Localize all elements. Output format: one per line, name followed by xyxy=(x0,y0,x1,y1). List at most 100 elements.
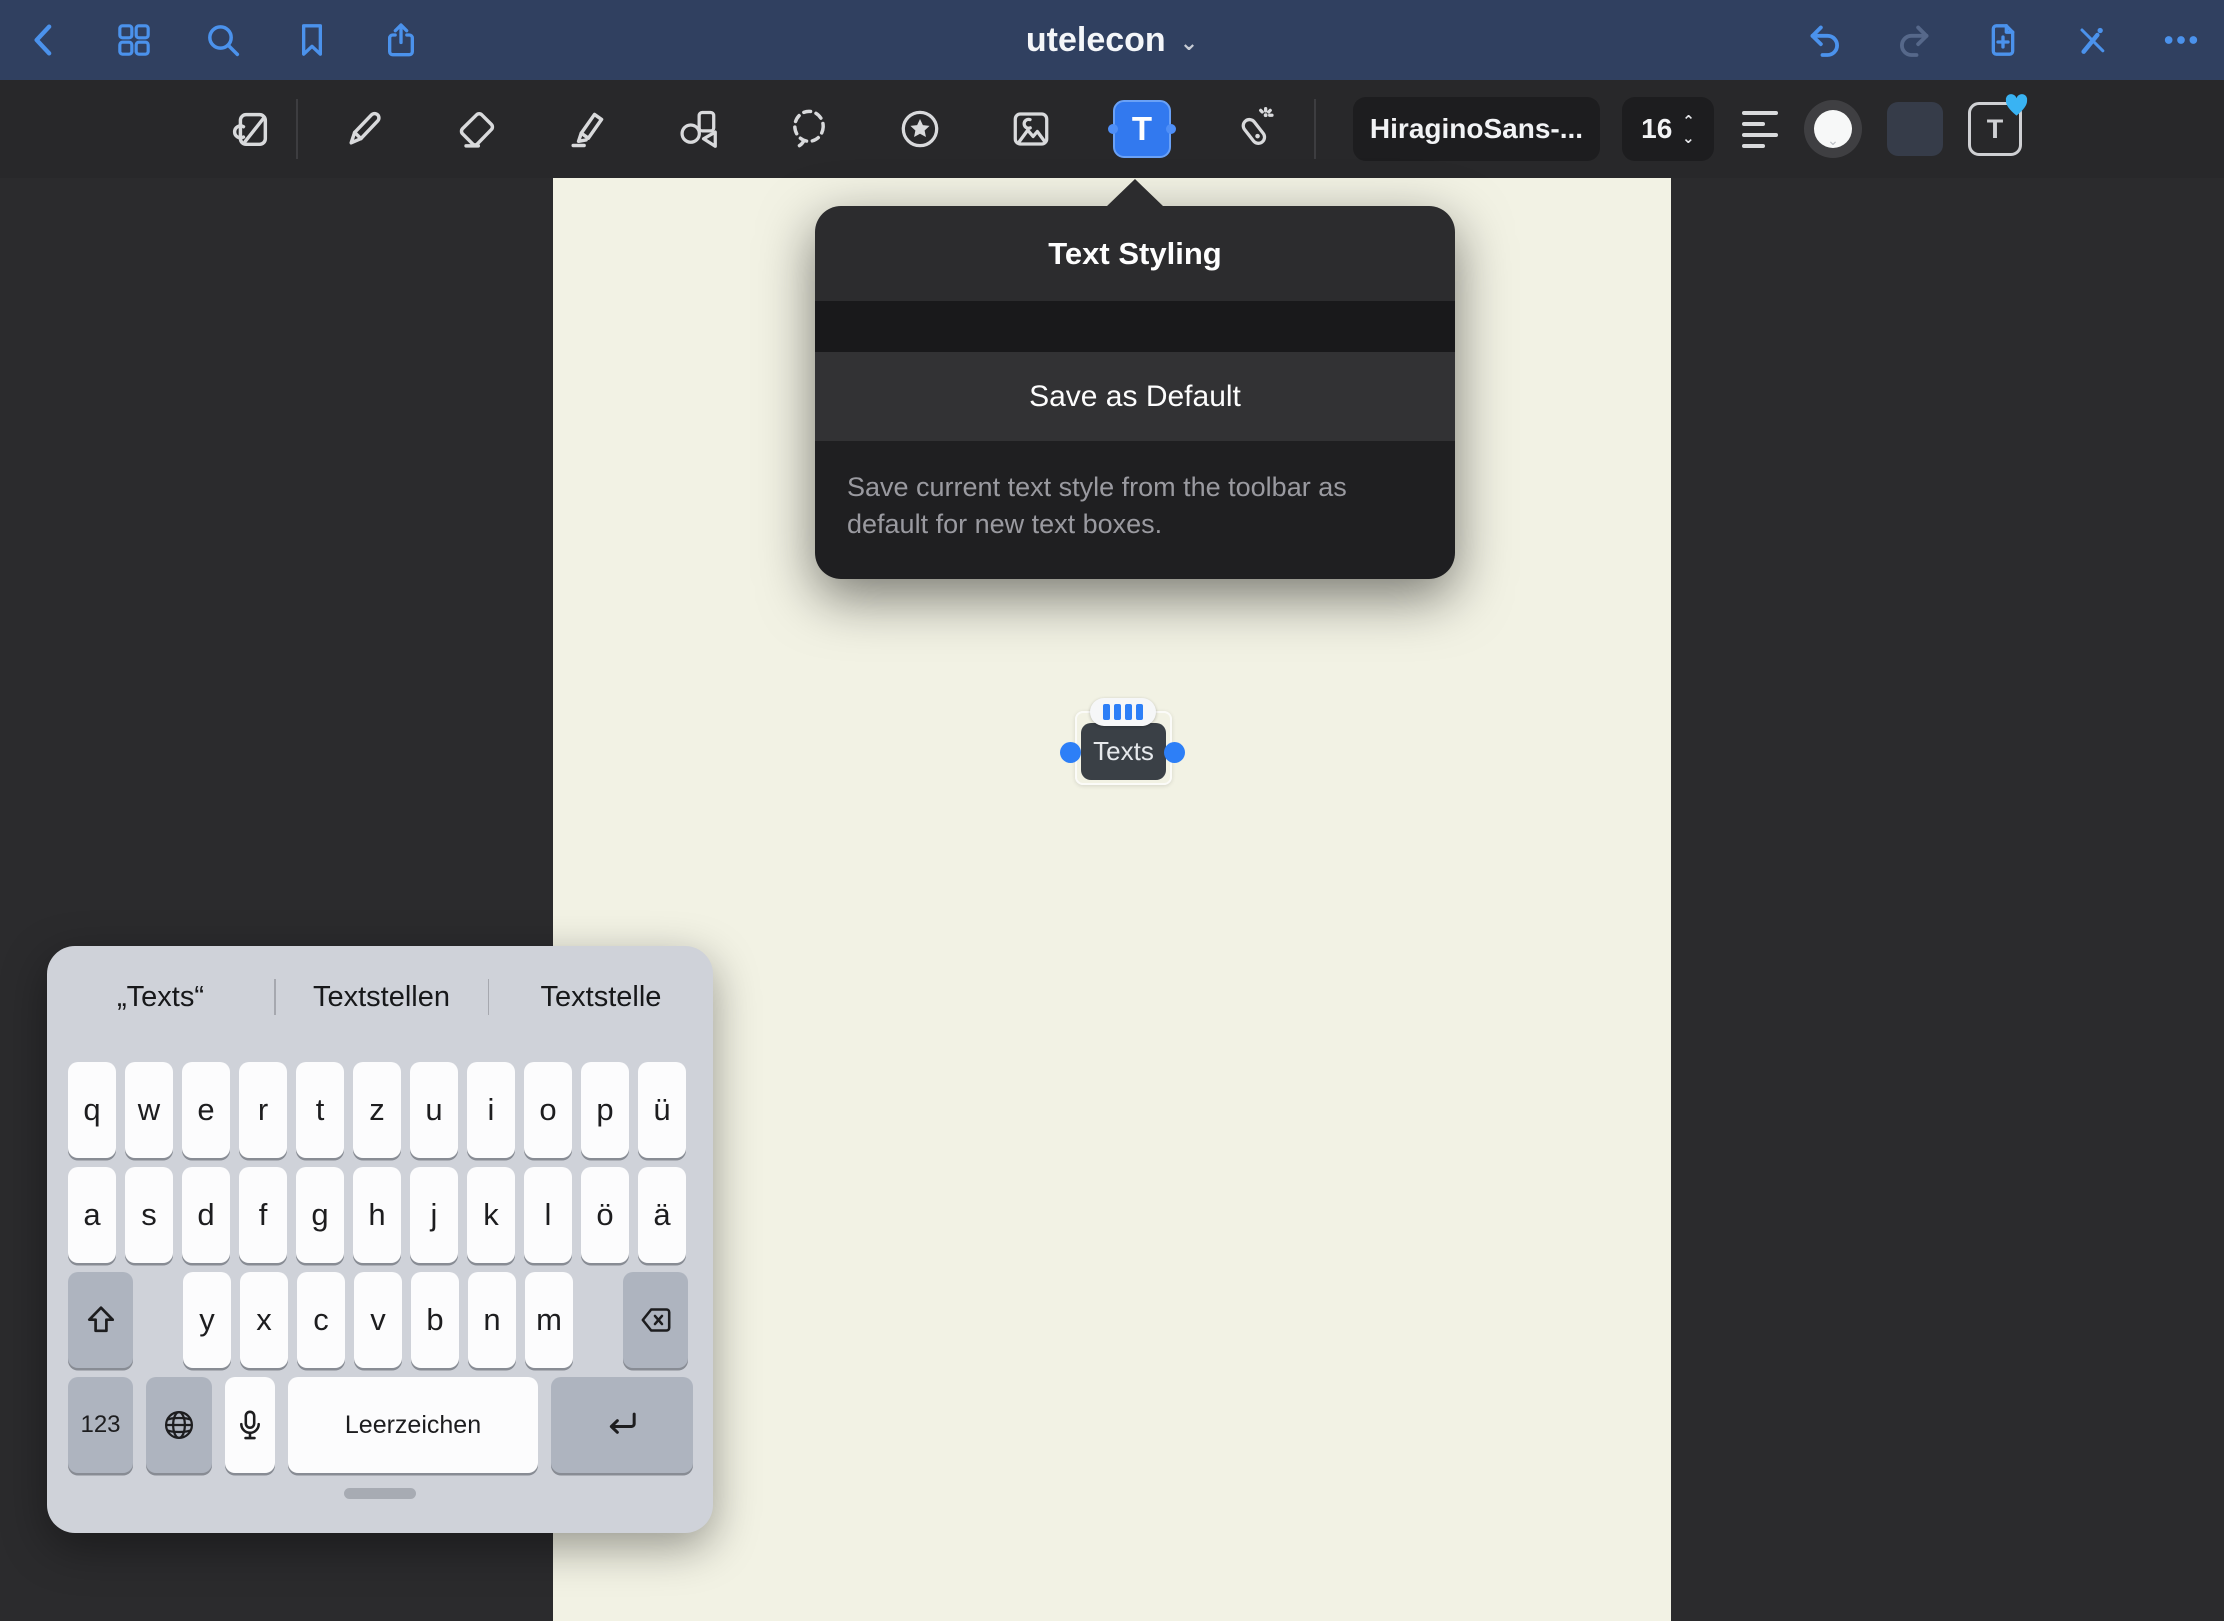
undo-icon[interactable] xyxy=(1804,19,1846,61)
eraser-tool-icon[interactable] xyxy=(452,105,500,153)
key-p[interactable]: p xyxy=(581,1062,629,1158)
bookmark-icon[interactable] xyxy=(291,19,333,61)
align-line xyxy=(1742,133,1778,137)
text-tool-selected[interactable]: T xyxy=(1113,100,1171,158)
key-s[interactable]: s xyxy=(125,1167,173,1263)
align-line xyxy=(1742,144,1765,148)
text-color-well[interactable]: ⌄ xyxy=(1804,100,1862,158)
popover-divider-strip xyxy=(815,301,1455,352)
key-l[interactable]: l xyxy=(524,1167,572,1263)
key-d[interactable]: d xyxy=(182,1167,230,1263)
highlighter-tool-icon[interactable] xyxy=(563,105,611,153)
textbox-drag-handle[interactable] xyxy=(1090,698,1156,726)
tool-group: T xyxy=(341,80,1277,178)
suggestion-bar: „Texts“ Textstellen Textstelle xyxy=(47,968,713,1026)
pen-tool-icon[interactable] xyxy=(341,105,389,153)
shift-key[interactable] xyxy=(68,1272,133,1368)
backspace-key[interactable] xyxy=(623,1272,688,1368)
key-y[interactable]: y xyxy=(183,1272,231,1368)
key-o[interactable]: o xyxy=(524,1062,572,1158)
key-u[interactable]: u xyxy=(410,1062,458,1158)
keyboard-row-3-letters: yxcvbnm xyxy=(183,1272,573,1368)
key-k[interactable]: k xyxy=(467,1167,515,1263)
key-j[interactable]: j xyxy=(410,1167,458,1263)
more-options-icon[interactable] xyxy=(2160,19,2202,61)
popover-description: Save current text style from the toolbar… xyxy=(815,441,1455,579)
topbar-left-group xyxy=(24,0,422,80)
key-w[interactable]: w xyxy=(125,1062,173,1158)
document-title-label: utelecon xyxy=(1026,21,1166,60)
thumbnails-grid-icon[interactable] xyxy=(113,19,155,61)
tools-toolbar: T HiraginoSans-... 16 ⌃⌃ ⌄ T xyxy=(0,80,2224,178)
key-e[interactable]: e xyxy=(182,1062,230,1158)
numbers-key[interactable]: 123 xyxy=(68,1377,133,1473)
suggestion-2[interactable]: Textstellen xyxy=(276,968,488,1026)
search-icon[interactable] xyxy=(202,19,244,61)
key-v[interactable]: v xyxy=(354,1272,402,1368)
text-styling-popover: Text Styling Save as Default Save curren… xyxy=(815,206,1455,579)
dimmed-swatch[interactable] xyxy=(1887,102,1943,156)
key-h[interactable]: h xyxy=(353,1167,401,1263)
key-i[interactable]: i xyxy=(467,1062,515,1158)
key-m[interactable]: m xyxy=(525,1272,573,1368)
save-as-default-button[interactable]: Save as Default xyxy=(815,352,1455,441)
dictation-mic-key[interactable] xyxy=(225,1377,275,1473)
back-icon[interactable] xyxy=(24,19,66,61)
return-key[interactable] xyxy=(551,1377,693,1473)
keyboard-drag-handle[interactable] xyxy=(344,1488,416,1499)
lasso-tool-icon[interactable] xyxy=(785,105,833,153)
view-mode-icon[interactable] xyxy=(226,105,274,153)
key-n[interactable]: n xyxy=(468,1272,516,1368)
drag-bar xyxy=(1125,704,1132,720)
key-z[interactable]: z xyxy=(353,1062,401,1158)
textbox-resize-handle-left[interactable] xyxy=(1060,742,1081,763)
key-x[interactable]: x xyxy=(240,1272,288,1368)
keyboard-row-2: asdfghjklöä xyxy=(68,1167,686,1263)
text-tool-glyph: T xyxy=(1132,110,1152,148)
space-key[interactable]: Leerzeichen xyxy=(288,1377,538,1473)
font-family-label: HiraginoSans-... xyxy=(1370,113,1583,145)
suggestion-1[interactable]: „Texts“ xyxy=(47,968,274,1026)
topbar-right-group xyxy=(1804,0,2202,80)
key-b[interactable]: b xyxy=(411,1272,459,1368)
key-t[interactable]: t xyxy=(296,1062,344,1158)
laser-pointer-tool-icon[interactable] xyxy=(1229,105,1277,153)
text-tool-left-dot xyxy=(1108,124,1118,134)
text-box[interactable]: Texts xyxy=(1081,723,1166,780)
key-r[interactable]: r xyxy=(239,1062,287,1158)
suggestion-3[interactable]: Textstelle xyxy=(489,968,713,1026)
key-ä[interactable]: ä xyxy=(638,1167,686,1263)
document-title[interactable]: utelecon ⌄ xyxy=(1026,0,1198,80)
textbox-resize-handle-right[interactable] xyxy=(1164,742,1185,763)
app-screen: utelecon ⌄ xyxy=(0,0,2224,1621)
text-align-button[interactable] xyxy=(1742,109,1782,149)
key-q[interactable]: q xyxy=(68,1062,116,1158)
add-page-icon[interactable] xyxy=(1982,19,2024,61)
redo-icon[interactable] xyxy=(1893,19,1935,61)
stylus-toggle-icon[interactable] xyxy=(2071,19,2113,61)
toolbar-separator-2 xyxy=(1314,99,1316,159)
font-family-button[interactable]: HiraginoSans-... xyxy=(1353,97,1600,161)
popover-title: Text Styling xyxy=(815,206,1455,301)
text-style-glyph: T xyxy=(1987,114,2004,145)
text-tool-right-dot xyxy=(1166,124,1176,134)
text-style-presets-button[interactable]: T xyxy=(1968,102,2022,156)
font-size-value: 16 xyxy=(1641,113,1672,145)
share-icon[interactable] xyxy=(380,19,422,61)
shapes-tool-icon[interactable] xyxy=(674,105,722,153)
key-ü[interactable]: ü xyxy=(638,1062,686,1158)
key-a[interactable]: a xyxy=(68,1167,116,1263)
drag-bar xyxy=(1103,704,1110,720)
key-f[interactable]: f xyxy=(239,1167,287,1263)
onscreen-keyboard: „Texts“ Textstellen Textstelle qwertzuio… xyxy=(47,946,713,1533)
align-line xyxy=(1742,122,1765,126)
font-size-stepper[interactable]: 16 ⌃⌃ xyxy=(1622,97,1714,161)
elements-tool-icon[interactable] xyxy=(896,105,944,153)
key-c[interactable]: c xyxy=(297,1272,345,1368)
key-g[interactable]: g xyxy=(296,1167,344,1263)
key-ö[interactable]: ö xyxy=(581,1167,629,1263)
image-tool-icon[interactable] xyxy=(1007,105,1055,153)
font-size-chevrons-icon: ⌃⌃ xyxy=(1682,115,1695,143)
globe-key[interactable] xyxy=(146,1377,212,1473)
title-chevron-down-icon: ⌄ xyxy=(1180,30,1198,56)
